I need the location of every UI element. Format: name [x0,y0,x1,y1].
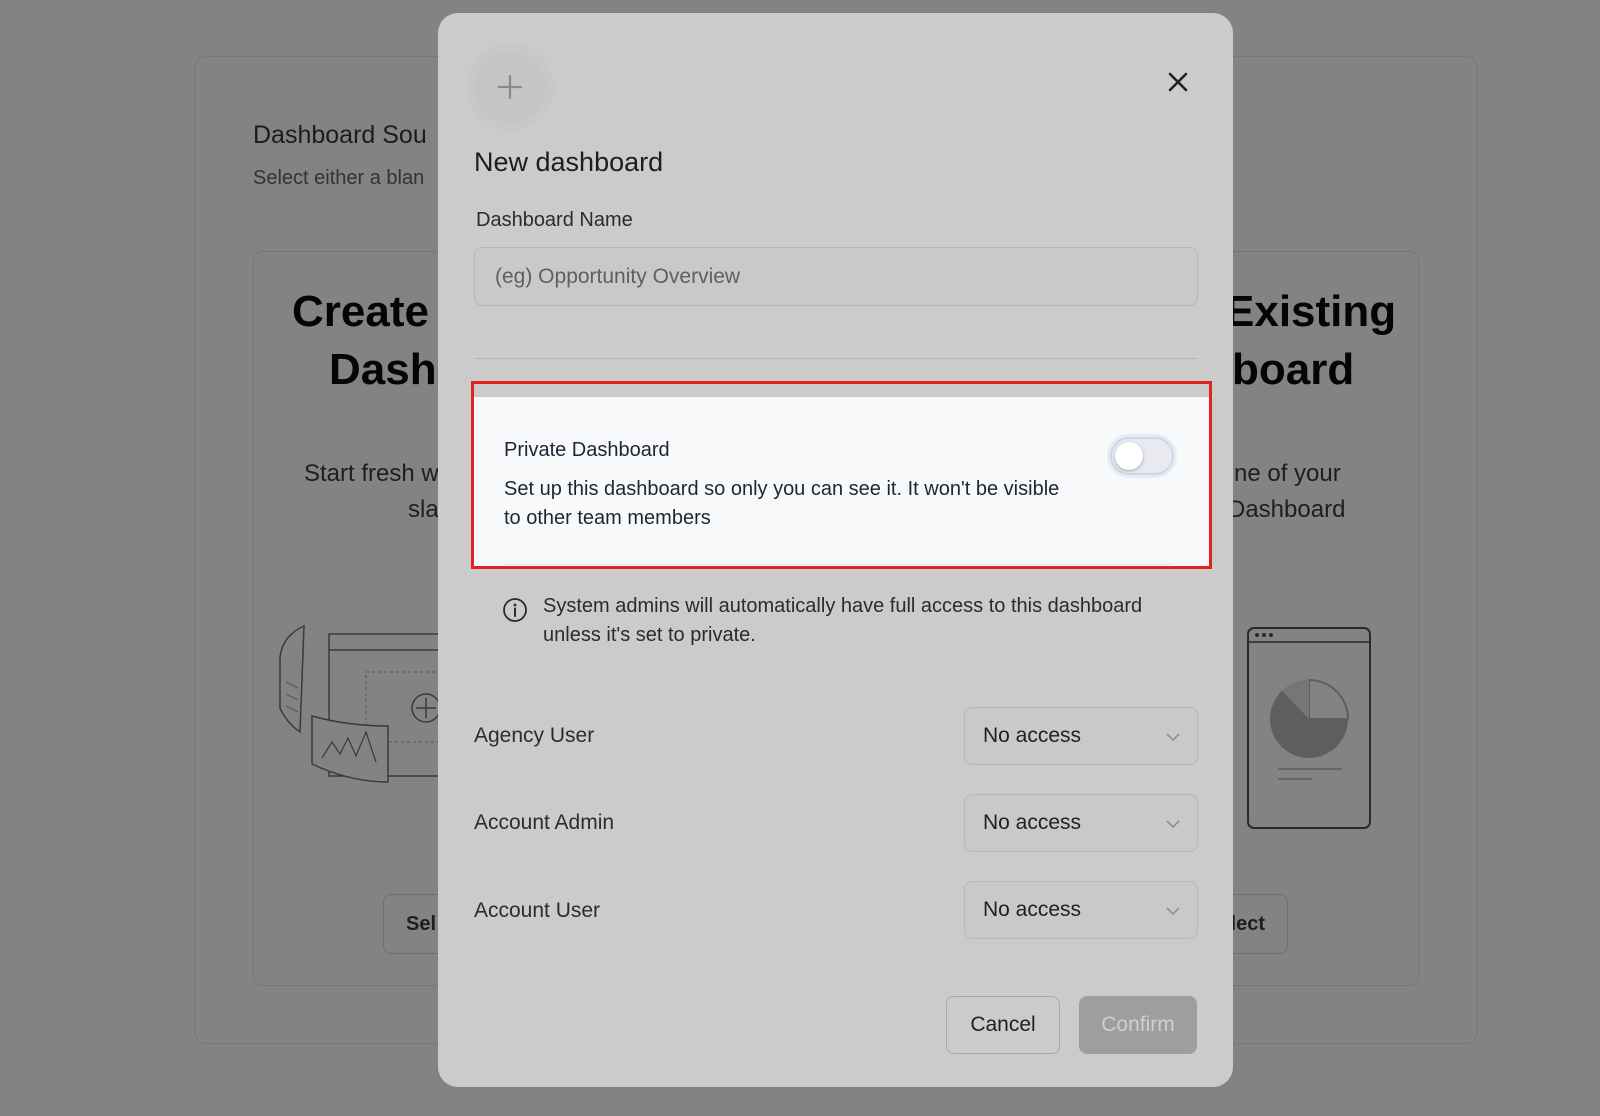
private-dashboard-toggle[interactable] [1110,437,1174,475]
role-select-account-user[interactable]: No access [964,881,1198,939]
private-dashboard-label: Private Dashboard [504,439,670,461]
role-select-value: No access [983,811,1082,834]
chevron-down-icon [1166,733,1180,742]
new-dashboard-modal: New dashboard Dashboard Name Private Das… [438,13,1233,1087]
modal-title: New dashboard [474,147,664,177]
chevron-down-icon [1166,907,1180,916]
dashboard-name-input[interactable] [474,247,1198,306]
role-select-value: No access [983,724,1082,747]
close-icon [1168,72,1188,92]
private-card-divider [504,564,1174,565]
section-subtitle: Select either a blan [253,167,425,189]
role-select-value: No access [983,898,1082,921]
role-select-account-admin[interactable]: No access [964,794,1198,852]
left-card-body-line1: Start fresh w [304,460,439,487]
dashboard-name-label: Dashboard Name [476,209,633,231]
confirm-button[interactable]: Confirm [1079,996,1197,1054]
toggle-knob [1115,442,1143,470]
left-card-select-label: Sel [406,912,437,935]
role-label-account-user: Account User [474,899,601,922]
right-card-body-line1: ne of your [1234,460,1341,487]
existing-dashboard-illustration [1247,627,1371,829]
role-label-account-admin: Account Admin [474,811,615,834]
right-card-heading-line2: board [1232,345,1355,394]
info-icon [503,598,527,622]
role-select-agency-user[interactable]: No access [964,707,1198,765]
role-label-agency-user: Agency User [474,724,595,747]
private-dashboard-description: Set up this dashboard so only you can se… [504,478,1060,529]
close-button[interactable] [1161,65,1195,99]
private-dashboard-card: Private Dashboard Set up this dashboard … [474,397,1209,566]
blank-dashboard-illustration [279,624,446,783]
plus-icon [497,74,523,100]
left-card-body-line2: sla [408,496,439,523]
right-card-select-label: lect [1230,912,1265,935]
private-dashboard-highlight: Private Dashboard Set up this dashboard … [471,381,1212,569]
cancel-button[interactable]: Cancel [946,996,1060,1054]
chevron-down-icon [1166,820,1180,829]
right-card-body-line2: Dashboard [1228,496,1346,523]
section-title: Dashboard Sou [253,121,427,149]
admin-access-info: System admins will automatically have fu… [543,595,1143,646]
section-divider [474,358,1198,359]
plus-badge [474,51,546,123]
right-card-heading-line1: Existing [1225,287,1397,336]
